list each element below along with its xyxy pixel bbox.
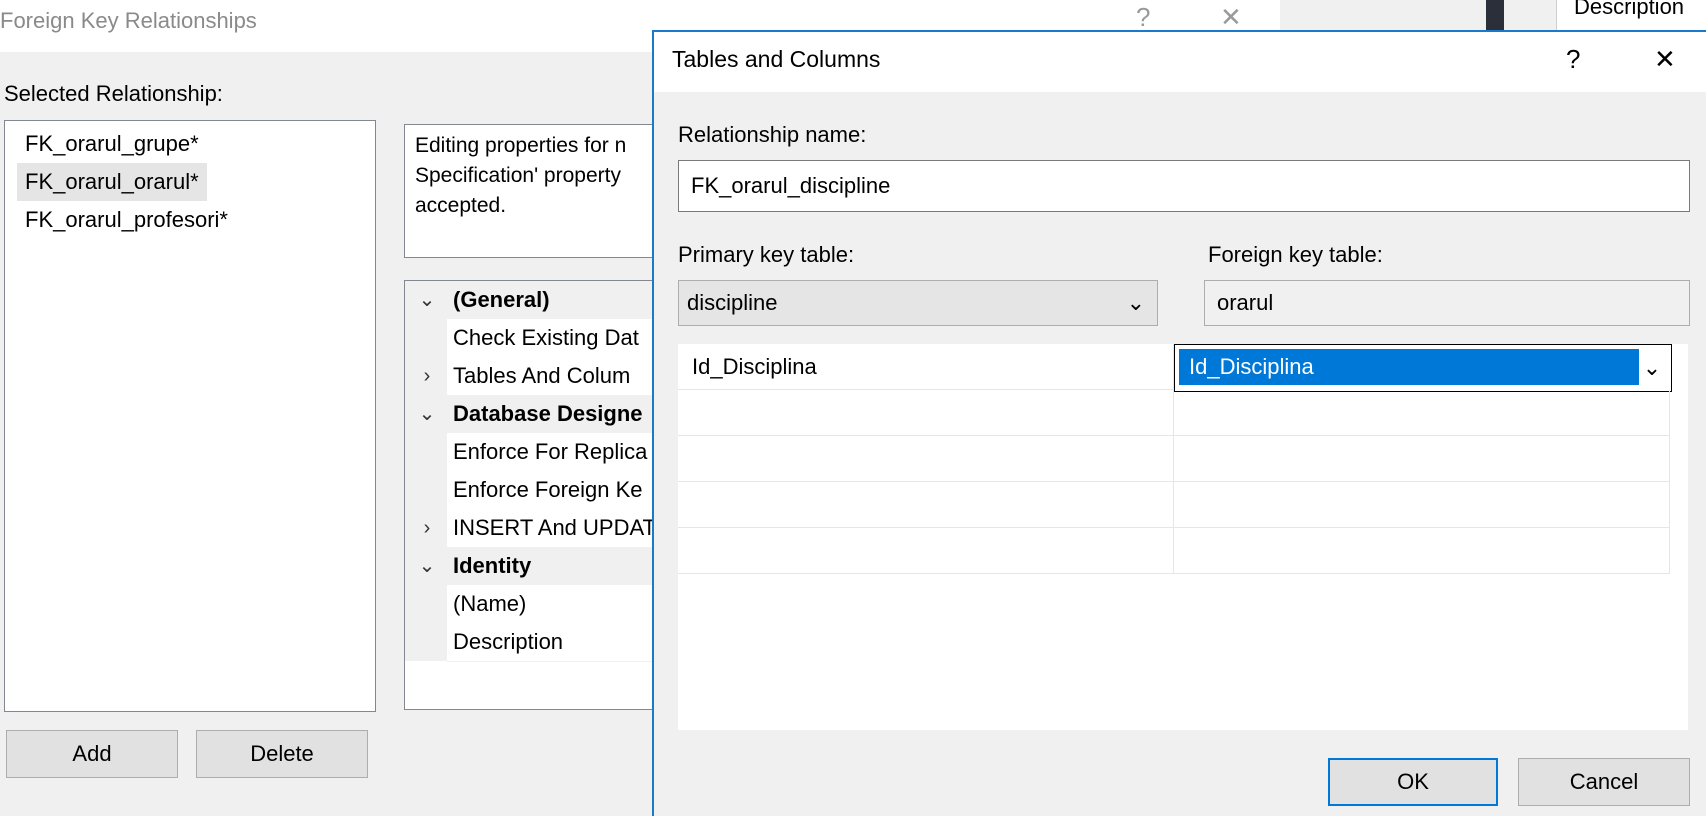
property-category-general[interactable]: ⌄ (General): [405, 281, 663, 319]
editing-description-text: Editing properties for n Specification' …: [415, 134, 627, 217]
foreign-column-cell[interactable]: [1174, 528, 1670, 574]
foreign-column-select[interactable]: Id_Disciplina ⌄: [1174, 344, 1672, 392]
foreign-column-selected-value: Id_Disciplina: [1179, 349, 1639, 385]
editing-description-box: Editing properties for n Specification' …: [404, 124, 664, 258]
fk-relationships-title: Foreign Key Relationships: [0, 8, 257, 33]
foreign-key-table-label: Foreign key table:: [1208, 242, 1383, 267]
property-gutter: [405, 471, 447, 509]
collapse-chevron-icon[interactable]: ⌄: [415, 395, 439, 433]
cancel-button[interactable]: Cancel: [1518, 758, 1690, 806]
foreign-column-cell[interactable]: Id_Disciplina ⌄: [1174, 344, 1672, 392]
property-label: INSERT And UPDAT: [453, 515, 656, 540]
collapse-chevron-icon[interactable]: ⌄: [415, 547, 439, 585]
relationship-name-input[interactable]: FK_orarul_discipline: [678, 160, 1690, 212]
property-label: Tables And Colum: [453, 363, 631, 388]
foreign-column-cell[interactable]: [1174, 482, 1670, 528]
background-window-strip: [1486, 0, 1504, 30]
relationship-item[interactable]: FK_orarul_profesori*: [17, 201, 236, 239]
primary-column-cell[interactable]: [678, 436, 1174, 482]
primary-key-table-value: discipline: [687, 290, 778, 315]
chevron-down-icon[interactable]: ⌄: [1633, 345, 1671, 391]
foreign-key-table-field: orarul: [1204, 280, 1690, 326]
foreign-column-cell[interactable]: [1174, 390, 1670, 436]
fk-help-button[interactable]: ?: [1136, 2, 1150, 33]
relationship-list[interactable]: FK_orarul_grupe* FK_orarul_orarul* FK_or…: [4, 120, 376, 712]
primary-column-cell[interactable]: Id_Disciplina: [678, 344, 1174, 390]
tables-dialog-title: Tables and Columns: [672, 46, 881, 72]
relationship-item-selected[interactable]: FK_orarul_orarul*: [17, 163, 207, 201]
primary-column-cell[interactable]: [678, 390, 1174, 436]
property-gutter: [405, 623, 447, 661]
background-description-text: Description: [1574, 0, 1685, 19]
collapse-chevron-icon[interactable]: ⌄: [415, 281, 439, 319]
expand-chevron-icon[interactable]: ›: [415, 509, 439, 547]
primary-key-table-select[interactable]: discipline ⌄: [678, 280, 1158, 326]
property-category-identity[interactable]: ⌄ Identity: [405, 547, 663, 585]
chevron-down-icon[interactable]: ⌄: [1127, 281, 1145, 325]
primary-column-cell[interactable]: [678, 482, 1174, 528]
property-row[interactable]: Enforce For Replica: [405, 433, 663, 472]
expand-chevron-icon[interactable]: ›: [415, 357, 439, 395]
property-row[interactable]: › INSERT And UPDAT: [405, 509, 663, 548]
ok-button[interactable]: OK: [1328, 758, 1498, 806]
add-button[interactable]: Add: [6, 730, 178, 778]
property-row[interactable]: Description: [405, 623, 663, 662]
columns-mapping-grid[interactable]: Id_Disciplina Id_Disciplina ⌄: [678, 344, 1688, 730]
close-button[interactable]: ✕: [1654, 44, 1676, 75]
property-gutter: [405, 585, 447, 623]
primary-column-cell[interactable]: [678, 528, 1174, 574]
help-button[interactable]: ?: [1566, 44, 1580, 75]
property-row[interactable]: (Name): [405, 585, 663, 624]
property-category-label: (General): [453, 287, 550, 312]
property-row[interactable]: › Tables And Colum: [405, 357, 663, 396]
property-row[interactable]: Enforce Foreign Ke: [405, 471, 663, 510]
property-category-label: Identity: [453, 553, 532, 578]
delete-button[interactable]: Delete: [196, 730, 368, 778]
property-label: Check Existing Dat: [453, 325, 639, 350]
property-label: Enforce For Replica: [453, 439, 648, 464]
property-category-label: Database Designe: [453, 401, 643, 426]
primary-key-table-label: Primary key table:: [678, 242, 855, 267]
property-grid[interactable]: ⌄ (General) Check Existing Dat › Tables …: [404, 280, 664, 710]
property-category-database-designer[interactable]: ⌄ Database Designe: [405, 395, 663, 433]
property-gutter: [405, 319, 447, 357]
relationship-item[interactable]: FK_orarul_grupe*: [17, 125, 207, 163]
property-label: Enforce Foreign Ke: [453, 477, 643, 502]
foreign-column-cell[interactable]: [1174, 436, 1670, 482]
fk-close-button[interactable]: ✕: [1220, 2, 1242, 33]
property-label: (Name): [453, 591, 527, 616]
property-label: Description: [453, 629, 564, 654]
relationship-name-label: Relationship name:: [678, 122, 867, 147]
selected-relationship-label: Selected Relationship:: [4, 81, 223, 106]
property-row[interactable]: Check Existing Dat: [405, 319, 663, 358]
property-gutter: [405, 433, 447, 471]
